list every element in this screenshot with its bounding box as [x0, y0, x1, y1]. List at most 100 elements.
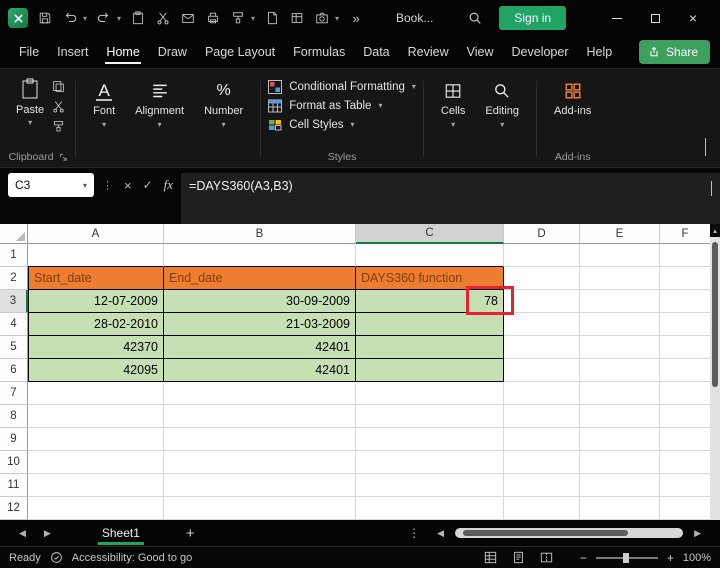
cell-A9[interactable] — [28, 428, 164, 451]
cell-C3[interactable]: 78 — [356, 290, 504, 313]
format-as-table-button[interactable]: Format as Table ▾ — [268, 99, 416, 113]
format-painter-icon[interactable] — [230, 10, 246, 26]
clipboard-dialog-launcher-icon[interactable] — [59, 153, 68, 162]
table-icon[interactable] — [289, 10, 305, 26]
accessibility-icon[interactable] — [50, 551, 63, 564]
chevron-down-icon[interactable]: ▾ — [83, 14, 87, 23]
share-button[interactable]: Share — [639, 40, 710, 64]
paste-button[interactable]: Paste ▾ — [8, 73, 52, 127]
cell-B2[interactable]: End_date — [164, 267, 356, 290]
cell-E12[interactable] — [580, 497, 660, 520]
cell-F1[interactable] — [660, 244, 710, 267]
tab-help[interactable]: Help — [578, 37, 622, 67]
cell-A2[interactable]: Start_date — [28, 267, 164, 290]
tab-review[interactable]: Review — [399, 37, 458, 67]
zoom-level[interactable]: 100% — [683, 552, 711, 564]
cell-B1[interactable] — [164, 244, 356, 267]
cell-styles-button[interactable]: Cell Styles ▾ — [268, 118, 416, 132]
add-sheet-button[interactable]: + — [186, 525, 195, 542]
normal-view-icon[interactable] — [484, 551, 497, 564]
sheet-nav-left-icon[interactable]: ◀ — [10, 528, 35, 539]
editing-group-button[interactable]: Editing ▾ — [475, 73, 529, 167]
format-painter-icon[interactable] — [52, 119, 68, 133]
cell-B11[interactable] — [164, 474, 356, 497]
cell-B7[interactable] — [164, 382, 356, 405]
cell-B10[interactable] — [164, 451, 356, 474]
cell-F6[interactable] — [660, 359, 710, 382]
cell-F10[interactable] — [660, 451, 710, 474]
expand-formula-bar-icon[interactable] — [711, 182, 712, 196]
cell-A8[interactable] — [28, 405, 164, 428]
vertical-scroll-thumb[interactable] — [712, 242, 718, 387]
cell-C6[interactable] — [356, 359, 504, 382]
copy-icon[interactable] — [52, 79, 68, 93]
row-header-1[interactable]: 1 — [0, 244, 28, 267]
page-break-view-icon[interactable] — [540, 551, 553, 564]
cell-F9[interactable] — [660, 428, 710, 451]
cell-E3[interactable] — [580, 290, 660, 313]
cell-E2[interactable] — [580, 267, 660, 290]
zoom-out-button[interactable]: − — [580, 551, 587, 565]
cell-C1[interactable] — [356, 244, 504, 267]
row-header-3[interactable]: 3 — [0, 290, 28, 313]
cut-icon[interactable] — [155, 10, 171, 26]
row-header-5[interactable]: 5 — [0, 336, 28, 359]
select-all-button[interactable] — [0, 224, 28, 244]
horizontal-scrollbar[interactable] — [455, 528, 683, 538]
cell-A6[interactable]: 42095 — [28, 359, 164, 382]
chevron-down-icon[interactable]: ▾ — [251, 14, 255, 23]
row-header-8[interactable]: 8 — [0, 405, 28, 428]
save-icon[interactable] — [37, 10, 53, 26]
cut-icon[interactable] — [52, 99, 68, 113]
row-header-4[interactable]: 4 — [0, 313, 28, 336]
camera-icon[interactable] — [314, 10, 330, 26]
cell-D6[interactable] — [504, 359, 580, 382]
chevron-down-icon[interactable]: ▾ — [117, 14, 121, 23]
maximize-button[interactable] — [636, 3, 674, 33]
cell-C2[interactable]: DAYS360 function — [356, 267, 504, 290]
cell-F7[interactable] — [660, 382, 710, 405]
cell-C5[interactable] — [356, 336, 504, 359]
row-header-2[interactable]: 2 — [0, 267, 28, 290]
cell-C10[interactable] — [356, 451, 504, 474]
cell-A4[interactable]: 28-02-2010 — [28, 313, 164, 336]
chevron-down-icon[interactable]: ▾ — [335, 14, 339, 23]
sheet-tab-sheet1[interactable]: Sheet1 — [86, 520, 156, 546]
tab-formulas[interactable]: Formulas — [284, 37, 354, 67]
cells-group-button[interactable]: Cells ▾ — [431, 73, 475, 167]
vertical-scroll-track[interactable] — [710, 237, 720, 520]
font-group-button[interactable]: A Font ▾ — [83, 73, 125, 167]
cell-F3[interactable] — [660, 290, 710, 313]
cell-F5[interactable] — [660, 336, 710, 359]
cell-A10[interactable] — [28, 451, 164, 474]
sheet-options-icon[interactable]: ⋮ — [400, 526, 428, 540]
name-box[interactable]: C3 ▾ — [8, 173, 94, 197]
undo-icon[interactable] — [62, 10, 78, 26]
vertical-scrollbar[interactable]: ▴ — [710, 224, 720, 520]
cell-F11[interactable] — [660, 474, 710, 497]
cell-E1[interactable] — [580, 244, 660, 267]
hscroll-left-icon[interactable]: ◀ — [428, 528, 453, 539]
tab-insert[interactable]: Insert — [48, 37, 97, 67]
cell-D7[interactable] — [504, 382, 580, 405]
column-header-A[interactable]: A — [28, 224, 164, 244]
tab-home[interactable]: Home — [97, 37, 148, 67]
cell-C8[interactable] — [356, 405, 504, 428]
cell-D8[interactable] — [504, 405, 580, 428]
cell-F4[interactable] — [660, 313, 710, 336]
cell-D12[interactable] — [504, 497, 580, 520]
row-header-11[interactable]: 11 — [0, 474, 28, 497]
name-box-splitter-icon[interactable]: ⋮ — [102, 179, 113, 192]
scroll-up-icon[interactable]: ▴ — [710, 224, 720, 237]
sign-in-button[interactable]: Sign in — [499, 6, 566, 30]
cell-A3[interactable]: 12-07-2009 — [28, 290, 164, 313]
zoom-in-button[interactable]: + — [667, 551, 674, 565]
row-header-7[interactable]: 7 — [0, 382, 28, 405]
cell-B9[interactable] — [164, 428, 356, 451]
row-header-9[interactable]: 9 — [0, 428, 28, 451]
close-button[interactable]: × — [674, 3, 712, 33]
cell-E4[interactable] — [580, 313, 660, 336]
more-commands-icon[interactable]: » — [348, 10, 364, 26]
column-header-D[interactable]: D — [504, 224, 580, 244]
mail-icon[interactable] — [180, 10, 196, 26]
